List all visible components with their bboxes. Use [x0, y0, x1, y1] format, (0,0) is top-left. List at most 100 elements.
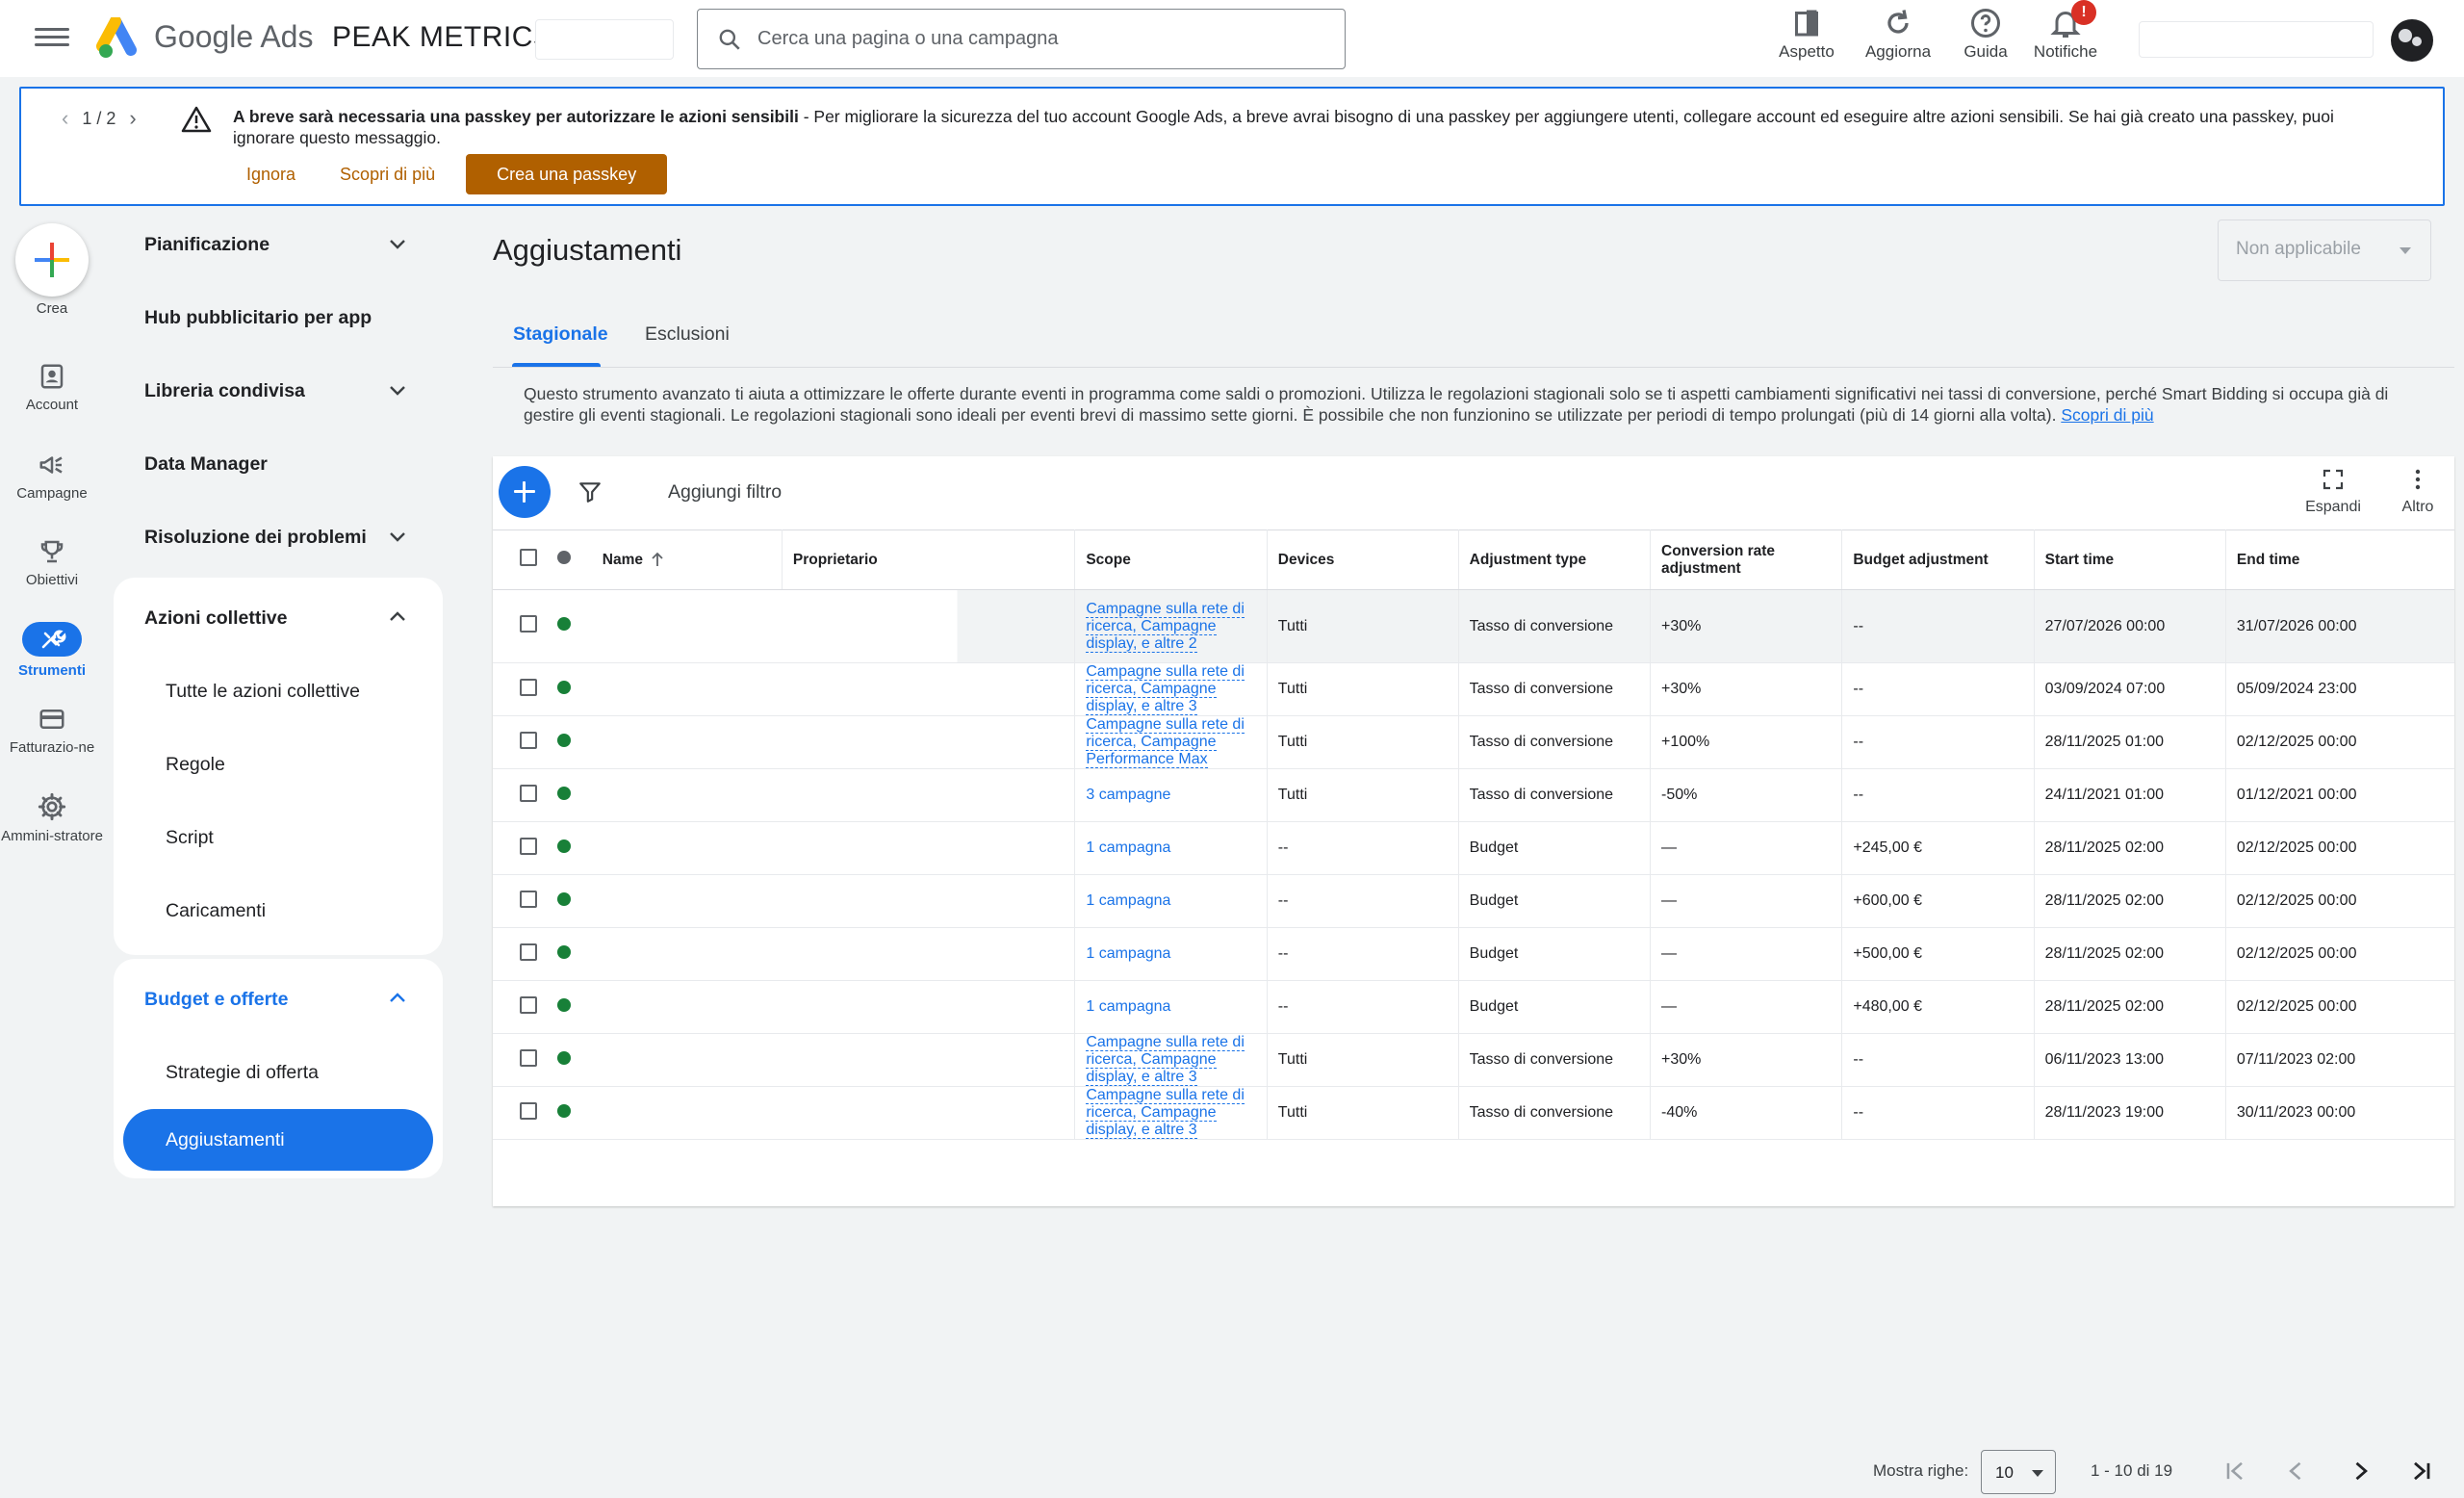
- last-page-icon[interactable]: [2408, 1458, 2435, 1485]
- tab-stagionale[interactable]: Stagionale: [513, 323, 608, 346]
- nav-sub-tutte-azioni[interactable]: Tutte le azioni collettive: [114, 655, 443, 728]
- nav-item-hub[interactable]: Hub pubblicitario per app: [114, 281, 443, 354]
- rail-item-tools[interactable]: Strumenti: [0, 622, 104, 679]
- row-checkbox[interactable]: [520, 1048, 537, 1067]
- chevron-right-icon[interactable]: ›: [129, 106, 136, 131]
- nav-item-budget[interactable]: Budget e offerte: [114, 963, 443, 1036]
- nav-item-pianificazione[interactable]: Pianificazione: [114, 208, 443, 281]
- column-header-start-time[interactable]: Start time: [2034, 529, 2226, 590]
- scope-link[interactable]: 1 campagna: [1086, 998, 1170, 1015]
- row-checkbox[interactable]: [520, 1101, 537, 1120]
- row-checkbox[interactable]: [520, 837, 537, 855]
- nav-item-azioni[interactable]: Azioni collettive: [114, 581, 443, 655]
- column-header-name[interactable]: Name: [591, 529, 783, 590]
- rail-item-billing[interactable]: Fatturazio-ne: [0, 705, 104, 756]
- add-filter-button[interactable]: Aggiungi filtro: [668, 481, 782, 504]
- scope-link[interactable]: Campagne sulla rete di ricerca, Campagne…: [1086, 716, 1245, 768]
- nav-sub-script[interactable]: Script: [114, 801, 443, 874]
- nav-sub-caricamenti[interactable]: Caricamenti: [114, 874, 443, 947]
- rail-item-campaigns[interactable]: Campagne: [0, 451, 104, 502]
- rail-item-admin[interactable]: Ammini-stratore: [0, 791, 104, 844]
- table-row[interactable]: Campagne sulla rete di ricerca, Campagne…: [493, 662, 2454, 716]
- nav-sub-strategie[interactable]: Strategie di offerta: [114, 1036, 443, 1109]
- row-checkbox[interactable]: [520, 731, 537, 749]
- chevron-left-icon[interactable]: ‹: [62, 106, 68, 131]
- help-button[interactable]: Guida: [1956, 6, 2015, 62]
- more-button[interactable]: Altro: [2389, 468, 2447, 516]
- column-header-owner[interactable]: Proprietario: [782, 529, 1076, 590]
- rows-per-page-label: Mostra righe:: [1873, 1461, 1969, 1480]
- name-cell: [591, 662, 783, 716]
- scope-cell: 1 campagna: [1074, 821, 1268, 875]
- rail-item-goals[interactable]: Obiettivi: [0, 537, 104, 588]
- next-page-icon[interactable]: [2347, 1458, 2374, 1485]
- row-checkbox[interactable]: [520, 995, 537, 1014]
- column-header-end-time[interactable]: End time: [2225, 529, 2454, 590]
- rows-per-page-select[interactable]: 10: [1981, 1450, 2056, 1494]
- search-box[interactable]: Cerca una pagina o una campagna: [697, 9, 1346, 69]
- nav-item-data-manager[interactable]: Data Manager: [114, 427, 443, 501]
- nav-sub-regole[interactable]: Regole: [114, 728, 443, 801]
- prev-page-icon[interactable]: [2283, 1458, 2310, 1485]
- table-row[interactable]: 1 campagna -- Budget — +245,00 €28/11/2025 0…: [493, 821, 2454, 875]
- row-checkbox[interactable]: [520, 678, 537, 696]
- create-button[interactable]: [15, 223, 89, 297]
- start-time-cell: 28/11/2025 02:00: [2034, 927, 2226, 981]
- column-header-adjustment-type[interactable]: Adjustment type: [1458, 529, 1652, 590]
- table-row[interactable]: 1 campagna -- Budget — +480,00 €28/11/2025 0…: [493, 980, 2454, 1034]
- name-cell: [591, 589, 783, 663]
- expand-label: Espandi: [2305, 499, 2361, 515]
- scope-link[interactable]: Campagne sulla rete di ricerca, Campagne…: [1086, 1087, 1245, 1139]
- start-time-cell: 28/11/2025 01:00: [2034, 715, 2226, 769]
- passkey-banner: ‹ 1 / 2 › A breve sarà necessaria una pa…: [19, 87, 2445, 206]
- scope-link[interactable]: 1 campagna: [1086, 945, 1170, 962]
- scope-link[interactable]: 1 campagna: [1086, 839, 1170, 856]
- nav-item-risoluzione[interactable]: Risoluzione dei problemi: [114, 501, 443, 574]
- account-name[interactable]: PEAK METRICS: [332, 21, 552, 54]
- learn-more-link[interactable]: Scopri di più: [326, 155, 449, 194]
- create-passkey-button[interactable]: Crea una passkey: [466, 154, 668, 194]
- table-row[interactable]: Campagne sulla rete di ricerca, Campagne…: [493, 589, 2454, 663]
- select-all-checkbox[interactable]: [520, 549, 537, 566]
- table-row[interactable]: Campagne sulla rete di ricerca, Campagne…: [493, 715, 2454, 769]
- column-header-conversion-rate[interactable]: Conversion rate adjustment: [1650, 529, 1843, 590]
- rail-item-account[interactable]: Account: [0, 362, 104, 413]
- scope-link[interactable]: Campagne sulla rete di ricerca, Campagne…: [1086, 1034, 1245, 1086]
- table-row[interactable]: 3 campagne Tutti Tasso di conversione -50% -…: [493, 768, 2454, 822]
- row-checkbox[interactable]: [520, 615, 537, 633]
- table-row[interactable]: 1 campagna -- Budget — +500,00 €28/11/2025 0…: [493, 927, 2454, 981]
- table-row[interactable]: 1 campagna -- Budget — +600,00 €28/11/2025 0…: [493, 874, 2454, 928]
- chevron-down-icon: [390, 386, 405, 396]
- column-header-scope[interactable]: Scope: [1074, 529, 1268, 590]
- appearance-button[interactable]: Aspetto: [1773, 6, 1840, 62]
- row-checkbox[interactable]: [520, 784, 537, 802]
- scope-link[interactable]: Campagne sulla rete di ricerca, Campagne…: [1086, 600, 1245, 653]
- expand-button[interactable]: Espandi: [2298, 468, 2368, 516]
- first-page-icon[interactable]: [2221, 1458, 2248, 1485]
- column-header-budget-adjustment[interactable]: Budget adjustment: [1841, 529, 2035, 590]
- end-time-cell: 02/12/2025 00:00: [2225, 874, 2454, 928]
- row-status-cell: [548, 662, 592, 716]
- row-checkbox[interactable]: [520, 890, 537, 908]
- scope-link[interactable]: Campagne sulla rete di ricerca, Campagne…: [1086, 663, 1245, 715]
- avatar[interactable]: [2391, 19, 2433, 62]
- scope-link[interactable]: 1 campagna: [1086, 892, 1170, 909]
- column-header-devices[interactable]: Devices: [1267, 529, 1459, 590]
- nav-sub-aggiustamenti[interactable]: Aggiustamenti: [123, 1109, 433, 1171]
- ignore-button[interactable]: Ignora: [233, 155, 309, 194]
- side-nav: Pianificazione Hub pubblicitario per app…: [114, 208, 443, 1182]
- description-learn-more-link[interactable]: Scopri di più: [2061, 405, 2153, 425]
- scope-link[interactable]: 3 campagne: [1086, 787, 1170, 803]
- table-row[interactable]: Campagne sulla rete di ricerca, Campagne…: [493, 1086, 2454, 1140]
- tab-esclusioni[interactable]: Esclusioni: [645, 323, 730, 346]
- notifications-button[interactable]: ! Notifiche: [2029, 0, 2102, 62]
- menu-icon[interactable]: [35, 23, 69, 54]
- table-row[interactable]: Campagne sulla rete di ricerca, Campagne…: [493, 1033, 2454, 1087]
- add-adjustment-button[interactable]: [499, 466, 551, 518]
- filter-icon[interactable]: [578, 479, 603, 504]
- nav-item-libreria[interactable]: Libreria condivisa: [114, 354, 443, 427]
- dropdown-arrow-icon: [2400, 247, 2411, 254]
- row-checkbox[interactable]: [520, 943, 537, 961]
- refresh-button[interactable]: Aggiorna: [1861, 6, 1935, 62]
- owner-cell: [782, 1033, 1076, 1087]
